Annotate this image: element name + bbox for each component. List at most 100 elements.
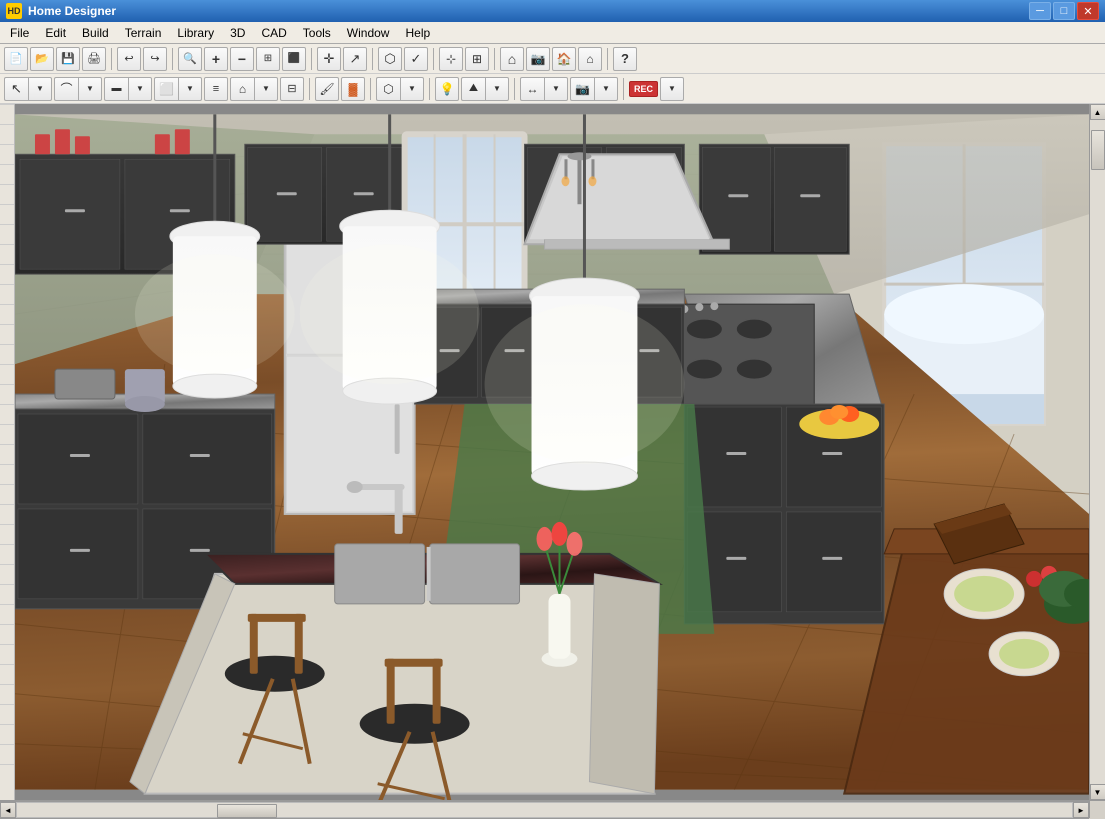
select-dropdown[interactable]: ▼ <box>28 77 52 101</box>
scroll-thumb-horizontal[interactable] <box>217 804 277 818</box>
ruler-mark <box>0 484 14 504</box>
draw-dropdown[interactable]: ▼ <box>78 77 102 101</box>
menu-item-library[interactable]: Library <box>169 24 222 42</box>
view3d-button[interactable]: 🏠 <box>552 47 576 71</box>
scroll-thumb-vertical[interactable] <box>1091 130 1105 170</box>
window-title: Home Designer <box>28 4 1029 18</box>
menu-item-help[interactable]: Help <box>397 24 438 42</box>
menu-item-file[interactable]: File <box>2 24 37 42</box>
light-tool-button[interactable]: 💡 <box>435 77 459 101</box>
ruler-mark <box>0 224 14 244</box>
color-button[interactable]: ▓ <box>341 77 365 101</box>
fit-view-button[interactable]: ⊞ <box>256 47 280 71</box>
ruler-mark <box>0 584 14 604</box>
separator-4 <box>372 48 373 70</box>
menu-item-build[interactable]: Build <box>74 24 117 42</box>
snap-button[interactable]: ⊹ <box>439 47 463 71</box>
roof-tool-group: ⌂ ▼ <box>230 77 278 101</box>
dimension-dropdown[interactable]: ▼ <box>544 77 568 101</box>
3d-viewport[interactable] <box>15 104 1089 800</box>
camera-place-button[interactable]: 📷 <box>570 77 594 101</box>
object-dropdown[interactable]: ▼ <box>400 77 424 101</box>
ruler-mark <box>0 504 14 524</box>
vertical-scrollbar[interactable]: ▲ ▼ <box>1089 104 1105 800</box>
terrain-button[interactable]: ⛰ <box>461 77 485 101</box>
vertical-ruler <box>0 104 15 800</box>
menu-bar: File Edit Build Terrain Library 3D CAD T… <box>0 22 1105 44</box>
draw-arc-button[interactable]: ⌒ <box>54 77 78 101</box>
room-dropdown[interactable]: ▼ <box>178 77 202 101</box>
horizontal-scrollbar[interactable]: ◄ ► <box>0 801 1089 819</box>
terrain-tool-group: ⛰ ▼ <box>461 77 509 101</box>
dimension-tool-group: ↔ ▼ <box>520 77 568 101</box>
new-button[interactable]: 📄 <box>4 47 28 71</box>
window-controls: ─ □ ✕ <box>1029 2 1099 20</box>
object-button[interactable]: ⬡ <box>378 47 402 71</box>
rec-dropdown[interactable]: ▼ <box>660 77 684 101</box>
roof-view-button[interactable]: ⌂ <box>578 47 602 71</box>
menu-item-cad[interactable]: CAD <box>253 24 294 42</box>
check-button[interactable]: ✓ <box>404 47 428 71</box>
scrollbar-corner <box>1089 801 1105 818</box>
open-button[interactable]: 📂 <box>30 47 54 71</box>
roof-button[interactable]: ⌂ <box>230 77 254 101</box>
grid-button[interactable]: ⊞ <box>465 47 489 71</box>
camera-dropdown[interactable]: ▼ <box>594 77 618 101</box>
wall-button[interactable]: ▬ <box>104 77 128 101</box>
redo-button[interactable]: ↪ <box>143 47 167 71</box>
move-tool-button[interactable]: ✛ <box>317 47 341 71</box>
roof-dropdown[interactable]: ▼ <box>254 77 278 101</box>
scroll-track-horizontal[interactable] <box>16 802 1073 818</box>
draw-tool-group: ⌒ ▼ <box>54 77 102 101</box>
object-tool-group: ⬡ ▼ <box>376 77 424 101</box>
ruler-mark <box>0 404 14 424</box>
title-bar: HD Home Designer ─ □ ✕ <box>0 0 1105 22</box>
select-arrow-button[interactable]: ↖ <box>4 77 28 101</box>
material-painter-button[interactable]: 🖌 <box>315 77 339 101</box>
close-button[interactable]: ✕ <box>1077 2 1099 20</box>
undo-button[interactable]: ↩ <box>117 47 141 71</box>
wall-dropdown[interactable]: ▼ <box>128 77 152 101</box>
ruler-mark <box>0 704 14 724</box>
menu-item-edit[interactable]: Edit <box>37 24 74 42</box>
menu-item-window[interactable]: Window <box>339 24 398 42</box>
ruler-mark <box>0 624 14 644</box>
menu-item-3d[interactable]: 3D <box>222 24 253 42</box>
print-button[interactable]: 🖨 <box>82 47 106 71</box>
scroll-up-button[interactable]: ▲ <box>1090 104 1105 120</box>
house-button[interactable]: ⌂ <box>500 47 524 71</box>
object-place-button[interactable]: ⬡ <box>376 77 400 101</box>
ruler-mark <box>0 664 14 684</box>
zoom-in-button[interactable]: + <box>204 47 228 71</box>
zoom-out-button[interactable]: − <box>230 47 254 71</box>
floor-button[interactable]: ≡ <box>204 77 228 101</box>
zoom-box-button[interactable]: ⬛ <box>282 47 306 71</box>
ruler-mark <box>0 284 14 304</box>
arrow-button[interactable]: ↗ <box>343 47 367 71</box>
ruler-mark <box>0 524 14 544</box>
dimension-button[interactable]: ↔ <box>520 77 544 101</box>
menu-item-tools[interactable]: Tools <box>295 24 339 42</box>
ruler-mark <box>0 184 14 204</box>
stair-button[interactable]: ⊟ <box>280 77 304 101</box>
scroll-right-button[interactable]: ► <box>1073 802 1089 818</box>
room-button[interactable]: ⬜ <box>154 77 178 101</box>
ruler-mark <box>0 644 14 664</box>
minimize-button[interactable]: ─ <box>1029 2 1051 20</box>
terrain-dropdown[interactable]: ▼ <box>485 77 509 101</box>
toolbar-row-1: 📄 📂 💾 🖨 ↩ ↪ 🔍 + − ⊞ ⬛ ✛ ↗ ⬡ ✓ ⊹ ⊞ ⌂ 📷 🏠 … <box>0 44 1105 74</box>
ruler-mark <box>0 604 14 624</box>
menu-item-terrain[interactable]: Terrain <box>117 24 170 42</box>
ruler-mark <box>0 104 14 124</box>
zoom-search-button[interactable]: 🔍 <box>178 47 202 71</box>
camera-button[interactable]: 📷 <box>526 47 550 71</box>
maximize-button[interactable]: □ <box>1053 2 1075 20</box>
scroll-down-button[interactable]: ▼ <box>1090 784 1105 800</box>
separator-1 <box>111 48 112 70</box>
scroll-track-vertical[interactable] <box>1090 120 1105 784</box>
scroll-left-button[interactable]: ◄ <box>0 802 16 818</box>
help-button[interactable]: ? <box>613 47 637 71</box>
save-button[interactable]: 💾 <box>56 47 80 71</box>
record-button[interactable]: REC <box>629 81 658 97</box>
ruler-mark <box>0 244 14 264</box>
